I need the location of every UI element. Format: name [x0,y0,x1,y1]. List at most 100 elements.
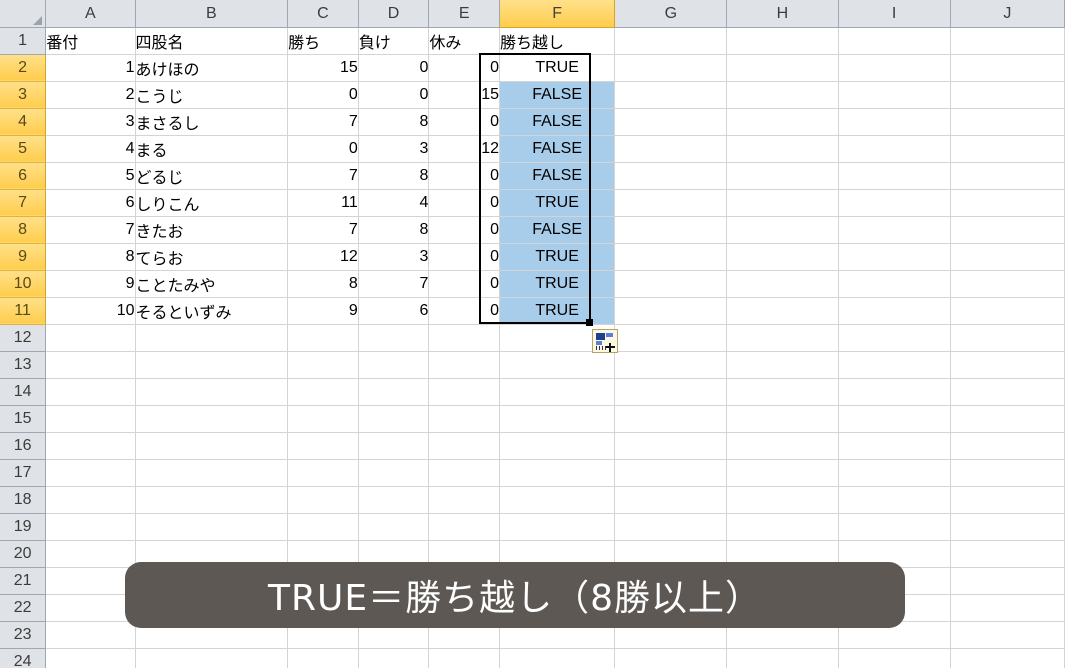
cell-g5[interactable] [614,135,728,163]
cell-h2[interactable] [726,54,839,82]
column-header-d[interactable]: D [358,0,430,28]
cell-i2[interactable] [838,54,951,82]
row-header-24[interactable]: 24 [0,648,47,668]
cell-j3[interactable] [950,81,1065,109]
cell-f4[interactable]: FALSE [499,108,616,136]
column-header-c[interactable]: C [287,0,359,28]
cell-a15[interactable] [45,405,136,433]
cell-a1[interactable]: 番付 [45,27,136,55]
row-header-3[interactable]: 3 [0,81,47,109]
cell-j21[interactable] [950,567,1065,595]
cell-j10[interactable] [950,270,1065,298]
cell-j6[interactable] [950,162,1065,190]
cell-h8[interactable] [726,216,839,244]
row-header-4[interactable]: 4 [0,108,47,136]
cell-j23[interactable] [950,621,1065,649]
cell-e4[interactable]: 0 [428,108,500,136]
cell-f6[interactable]: FALSE [499,162,616,190]
cell-e18[interactable] [428,486,500,514]
cell-a19[interactable] [45,513,136,541]
cell-d15[interactable] [358,405,430,433]
cell-b1[interactable]: 四股名 [135,27,289,55]
row-header-9[interactable]: 9 [0,243,47,271]
cell-g19[interactable] [614,513,728,541]
cell-b2[interactable]: あけほの [135,54,289,82]
cell-f10[interactable]: TRUE [499,270,616,298]
cell-f9[interactable]: TRUE [499,243,616,271]
cell-d17[interactable] [358,459,430,487]
cell-b15[interactable] [135,405,289,433]
cell-e10[interactable]: 0 [428,270,500,298]
cell-d8[interactable]: 8 [358,216,430,244]
cell-h14[interactable] [726,378,839,406]
cell-b24[interactable] [135,648,289,668]
cell-a9[interactable]: 8 [45,243,136,271]
cell-h18[interactable] [726,486,839,514]
cell-g10[interactable] [614,270,728,298]
cell-j4[interactable] [950,108,1065,136]
row-header-21[interactable]: 21 [0,567,47,595]
cell-g1[interactable] [614,27,728,55]
cell-b9[interactable]: てらお [135,243,289,271]
cell-i11[interactable] [838,297,951,325]
select-all-corner[interactable] [0,0,47,28]
row-header-17[interactable]: 17 [0,459,47,487]
cell-b14[interactable] [135,378,289,406]
cell-e1[interactable]: 休み [428,27,500,55]
cell-f19[interactable] [499,513,616,541]
cell-b4[interactable]: まさるし [135,108,289,136]
cell-e8[interactable]: 0 [428,216,500,244]
row-header-6[interactable]: 6 [0,162,47,190]
cell-g17[interactable] [614,459,728,487]
cell-i8[interactable] [838,216,951,244]
cell-j22[interactable] [950,594,1065,622]
cell-a20[interactable] [45,540,136,568]
cell-i15[interactable] [838,405,951,433]
row-header-16[interactable]: 16 [0,432,47,460]
cell-f13[interactable] [499,351,616,379]
cell-c5[interactable]: 0 [287,135,359,163]
cell-a21[interactable] [45,567,136,595]
cell-f18[interactable] [499,486,616,514]
cell-h4[interactable] [726,108,839,136]
cell-h15[interactable] [726,405,839,433]
cell-e24[interactable] [428,648,500,668]
cell-e19[interactable] [428,513,500,541]
cell-i10[interactable] [838,270,951,298]
cell-h5[interactable] [726,135,839,163]
cell-c16[interactable] [287,432,359,460]
cell-g8[interactable] [614,216,728,244]
cell-b5[interactable]: まる [135,135,289,163]
cell-f5[interactable]: FALSE [499,135,616,163]
cell-e3[interactable]: 15 [428,81,500,109]
cell-b8[interactable]: きたお [135,216,289,244]
cell-j13[interactable] [950,351,1065,379]
cell-e11[interactable]: 0 [428,297,500,325]
row-header-8[interactable]: 8 [0,216,47,244]
cell-g2[interactable] [614,54,728,82]
row-header-13[interactable]: 13 [0,351,47,379]
cell-i6[interactable] [838,162,951,190]
cell-d11[interactable]: 6 [358,297,430,325]
cell-e6[interactable]: 0 [428,162,500,190]
cell-a4[interactable]: 3 [45,108,136,136]
row-header-10[interactable]: 10 [0,270,47,298]
row-header-15[interactable]: 15 [0,405,47,433]
row-header-19[interactable]: 19 [0,513,47,541]
cell-i5[interactable] [838,135,951,163]
cell-c4[interactable]: 7 [287,108,359,136]
cell-c10[interactable]: 8 [287,270,359,298]
cell-h12[interactable] [726,324,839,352]
cell-e16[interactable] [428,432,500,460]
cell-g16[interactable] [614,432,728,460]
cell-f2[interactable]: TRUE [499,54,616,82]
cell-i4[interactable] [838,108,951,136]
cell-a12[interactable] [45,324,136,352]
cell-g15[interactable] [614,405,728,433]
cell-j19[interactable] [950,513,1065,541]
cell-j24[interactable] [950,648,1065,668]
cell-f11[interactable]: TRUE [499,297,616,325]
cell-c12[interactable] [287,324,359,352]
cell-g11[interactable] [614,297,728,325]
cell-d18[interactable] [358,486,430,514]
